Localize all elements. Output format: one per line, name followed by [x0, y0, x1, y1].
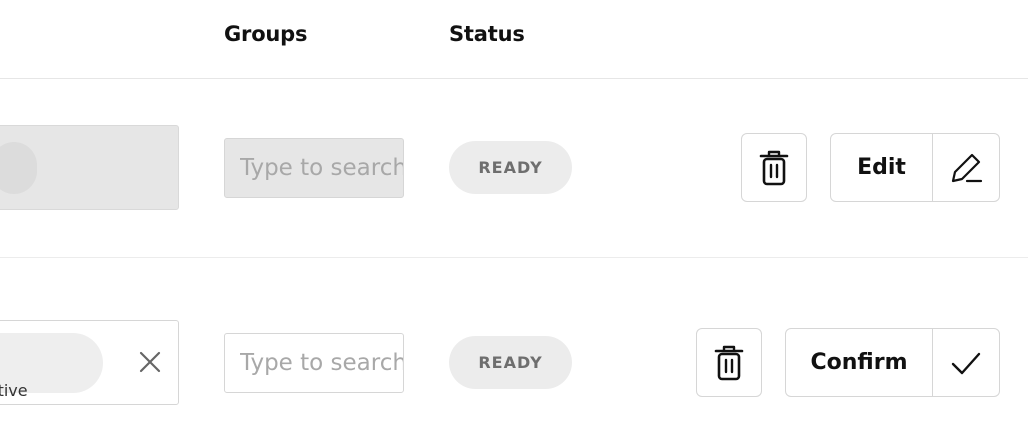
edit-button-label[interactable]: Edit — [831, 134, 933, 201]
column-header-status: Status — [449, 22, 525, 46]
column-header-groups: Groups — [224, 22, 308, 46]
confirm-button-label[interactable]: Confirm — [786, 329, 933, 396]
selected-chip[interactable]: f Executive — [0, 333, 103, 400]
trash-icon — [759, 150, 789, 185]
groups-search-input — [224, 138, 404, 198]
pencil-icon — [951, 153, 983, 182]
confirm-icon-segment[interactable] — [933, 329, 999, 396]
delete-button[interactable] — [696, 328, 762, 397]
chip-label: f Executive — [0, 381, 28, 400]
row-divider — [0, 257, 1028, 258]
selected-chip — [0, 142, 37, 194]
clear-selection-icon[interactable] — [137, 349, 163, 375]
user-select[interactable]: f Executive — [0, 320, 179, 405]
edit-button[interactable]: Edit — [830, 133, 1000, 202]
trash-icon — [714, 345, 744, 380]
checkmark-icon — [951, 352, 981, 374]
user-select-disabled — [0, 125, 179, 210]
confirm-button[interactable]: Confirm — [785, 328, 1000, 397]
status-badge: READY — [449, 336, 572, 389]
groups-search-input[interactable] — [224, 333, 404, 393]
delete-button[interactable] — [741, 133, 807, 202]
edit-icon-segment[interactable] — [933, 134, 999, 201]
table-header: Groups Status — [0, 0, 1028, 79]
chip-text-clip: f Executive — [0, 333, 89, 404]
status-badge: READY — [449, 141, 572, 194]
